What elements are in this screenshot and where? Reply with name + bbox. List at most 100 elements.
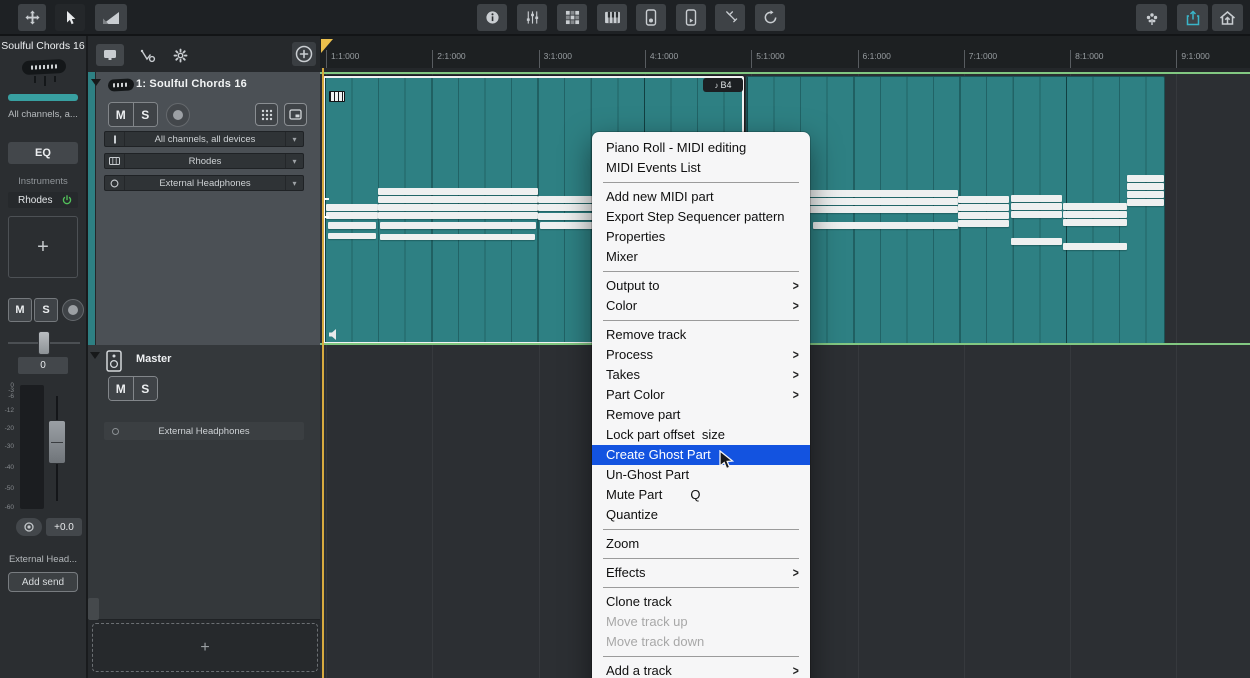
info-button[interactable] <box>477 4 507 31</box>
automation-read-button[interactable] <box>16 518 42 536</box>
track-editor-window-button[interactable] <box>284 103 307 126</box>
device-record-icon <box>645 9 657 26</box>
track-instrument-selector[interactable]: Rhodes ▾ <box>104 153 304 169</box>
sidebar-record-arm-button[interactable] <box>62 299 84 321</box>
step-clips-button[interactable] <box>557 4 587 31</box>
ruler-tick-label: 3:1:000 <box>544 51 572 61</box>
gain-value[interactable]: +0.0 <box>46 518 82 536</box>
menu-item-export-step-sequencer-pattern[interactable]: Export Step Sequencer pattern <box>592 207 810 227</box>
ruler-tick-label: 1:1:000 <box>331 51 359 61</box>
pan-slider-handle[interactable] <box>38 331 50 355</box>
menu-item-effects[interactable]: Effects> <box>592 563 810 583</box>
menu-item-zoom[interactable]: Zoom <box>592 534 810 554</box>
sidebar-mute-button[interactable]: M <box>8 298 32 322</box>
menu-item-color[interactable]: Color> <box>592 296 810 316</box>
menu-separator <box>603 320 799 321</box>
move-tool-button[interactable] <box>18 4 46 31</box>
add-track-drop-area[interactable]: + <box>92 623 318 672</box>
menu-item-mute-part[interactable]: Mute PartQ <box>592 485 810 505</box>
export-project-button[interactable] <box>1212 4 1243 31</box>
track-mute-button[interactable]: M <box>109 103 134 126</box>
collapse-arrow-icon[interactable] <box>91 79 101 86</box>
volume-fader-handle[interactable] <box>48 420 66 464</box>
ruler-tick-label: 9:1:000 <box>1181 51 1209 61</box>
share-button[interactable] <box>1177 4 1208 31</box>
midi-note <box>1011 211 1062 218</box>
menu-item-midi-events-list[interactable]: MIDI Events List <box>592 158 810 178</box>
sidebar-input-summary: All channels, a... <box>0 109 86 120</box>
menu-item-create-ghost-part[interactable]: Create Ghost Part <box>592 445 810 465</box>
track-panel-scrollbar-thumb[interactable] <box>88 598 99 620</box>
pan-value[interactable]: 0 <box>18 357 68 374</box>
power-icon[interactable] <box>62 195 72 205</box>
pointer-tool-button[interactable] <box>55 4 85 31</box>
track-output-selector[interactable]: External Headphones ▾ <box>104 175 304 191</box>
playhead-line[interactable] <box>322 68 324 678</box>
track-solo-button[interactable]: S <box>134 103 158 126</box>
fader-scale-label: -50 <box>0 486 14 492</box>
move-icon <box>25 10 40 25</box>
midi-note <box>1011 238 1062 245</box>
menu-item-process[interactable]: Process> <box>592 345 810 365</box>
menu-item-part-color[interactable]: Part Color> <box>592 385 810 405</box>
playhead-flag[interactable] <box>321 39 333 53</box>
midi-note <box>813 222 958 229</box>
menu-item-output-to[interactable]: Output to> <box>592 276 810 296</box>
master-solo-button[interactable]: S <box>134 377 158 400</box>
add-plugin-button[interactable]: + <box>8 216 78 278</box>
menu-item-clone-track[interactable]: Clone track <box>592 592 810 612</box>
ruler-tick-label: 6:1:000 <box>863 51 891 61</box>
midi-note <box>378 212 538 219</box>
menu-item-add-new-midi-part[interactable]: Add new MIDI part <box>592 187 810 207</box>
menu-item-takes[interactable]: Takes> <box>592 365 810 385</box>
menu-item-remove-part[interactable]: Remove part <box>592 405 810 425</box>
add-send-button[interactable]: Add send <box>8 572 78 592</box>
menu-item-piano-roll-midi-editing[interactable]: Piano Roll - MIDI editing <box>592 138 810 158</box>
menu-item-move-track-down[interactable]: Move track down <box>592 632 810 652</box>
output-icon <box>112 428 119 435</box>
midi-input-icon <box>105 132 125 146</box>
master-output-selector[interactable]: External Headphones <box>104 422 304 440</box>
submenu-arrow-icon: > <box>793 661 799 678</box>
mixer-button[interactable] <box>517 4 547 31</box>
collapse-arrow-icon[interactable] <box>90 352 100 359</box>
virtual-keyboard-button[interactable] <box>597 4 627 31</box>
automation-button[interactable] <box>136 44 160 66</box>
midi-note <box>380 222 536 229</box>
menu-item-quantize[interactable]: Quantize <box>592 505 810 525</box>
midi-note <box>958 196 1009 203</box>
menu-item-add-a-track[interactable]: Add a track> <box>592 661 810 678</box>
track-step-clip-button[interactable] <box>255 103 278 126</box>
tuner-button[interactable] <box>715 4 745 31</box>
fade-tool-button[interactable] <box>95 4 127 31</box>
track-input-selector[interactable]: All channels, all devices ▾ <box>104 131 304 147</box>
track-settings-button[interactable] <box>170 44 190 66</box>
track-instrument-label: Rhodes <box>125 156 285 167</box>
master-mute-button[interactable]: M <box>109 377 134 400</box>
piano-keyboard-icon <box>604 11 621 24</box>
clip-speaker-icon[interactable] <box>328 328 341 341</box>
ruler-tick-label: 7:1:000 <box>969 51 997 61</box>
menu-item-properties[interactable]: Properties <box>592 227 810 247</box>
instrument-slot[interactable]: Rhodes <box>8 192 78 208</box>
menu-separator <box>603 271 799 272</box>
track-record-arm-button[interactable] <box>166 103 190 127</box>
sidebar-solo-button[interactable]: S <box>34 298 58 322</box>
menu-item-mixer[interactable]: Mixer <box>592 247 810 267</box>
master-track-header[interactable]: Master M S External Headphones <box>88 345 320 620</box>
menu-item-move-track-up[interactable]: Move track up <box>592 612 810 632</box>
plugin-manager-button[interactable] <box>1136 4 1167 31</box>
sync-button[interactable] <box>755 4 785 31</box>
device-play-button[interactable] <box>676 4 706 31</box>
eq-button[interactable]: EQ <box>8 142 78 164</box>
timeline-ruler[interactable]: 1:1:0002:1:0003:1:0004:1:0005:1:0006:1:0… <box>320 36 1250 68</box>
track-inputs-button[interactable] <box>96 44 124 66</box>
menu-item-remove-track[interactable]: Remove track <box>592 325 810 345</box>
menu-item-lock-part-offset-size[interactable]: Lock part offset size <box>592 425 810 445</box>
add-track-button[interactable] <box>292 42 316 66</box>
menu-item-un-ghost-part[interactable]: Un-Ghost Part <box>592 465 810 485</box>
midi-note <box>1127 183 1164 190</box>
device-record-button[interactable] <box>636 4 666 31</box>
top-toolbar <box>0 0 1250 36</box>
track-1-header[interactable]: 1: Soulful Chords 16 M S All channels, a… <box>88 72 320 345</box>
